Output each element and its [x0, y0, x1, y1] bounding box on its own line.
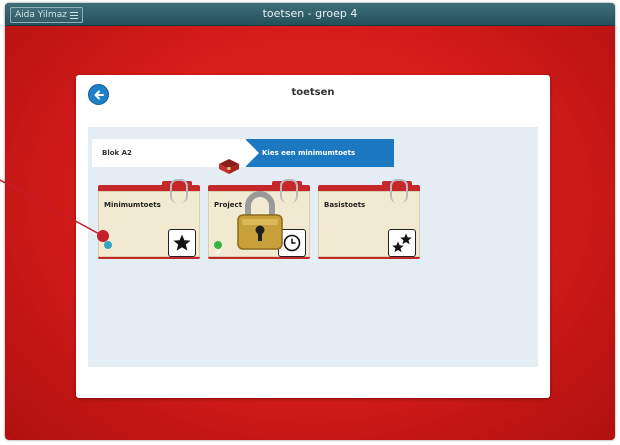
page-title: toetsen: [291, 87, 335, 98]
padlock-icon: [237, 191, 283, 250]
top-bar: Aida Yilmaz toetsen - groep 4: [5, 3, 615, 26]
folder-minimumtoets[interactable]: Minimumtoets: [98, 179, 200, 259]
app-window: Aida Yilmaz toetsen - groep 4 toetsen Bl…: [5, 3, 615, 440]
paperclip-icon: [170, 179, 188, 203]
status-dot-icon: [104, 241, 112, 249]
two-stars-icon: [388, 229, 416, 257]
folder-label: Minimumtoets: [104, 201, 161, 209]
content-panel: Blok A2 Kies een minimumtoets Minimumtoe…: [88, 127, 538, 367]
window-title: toetsen - groep 4: [262, 7, 358, 20]
folder-project[interactable]: Project: [208, 179, 310, 259]
paperclip-icon: [390, 179, 408, 203]
main-card: toetsen Blok A2 Kies een minimumtoets Mi…: [76, 75, 550, 398]
treasure-chest-icon: [219, 159, 239, 174]
folder-basistoets[interactable]: Basistoets: [318, 179, 420, 259]
star-icon: [168, 229, 196, 257]
folder-label: Basistoets: [324, 201, 366, 209]
breadcrumb-arrow: [245, 139, 259, 167]
breadcrumb-step: Kies een minimumtoets: [246, 139, 394, 167]
checkmark-icon: [214, 241, 222, 255]
